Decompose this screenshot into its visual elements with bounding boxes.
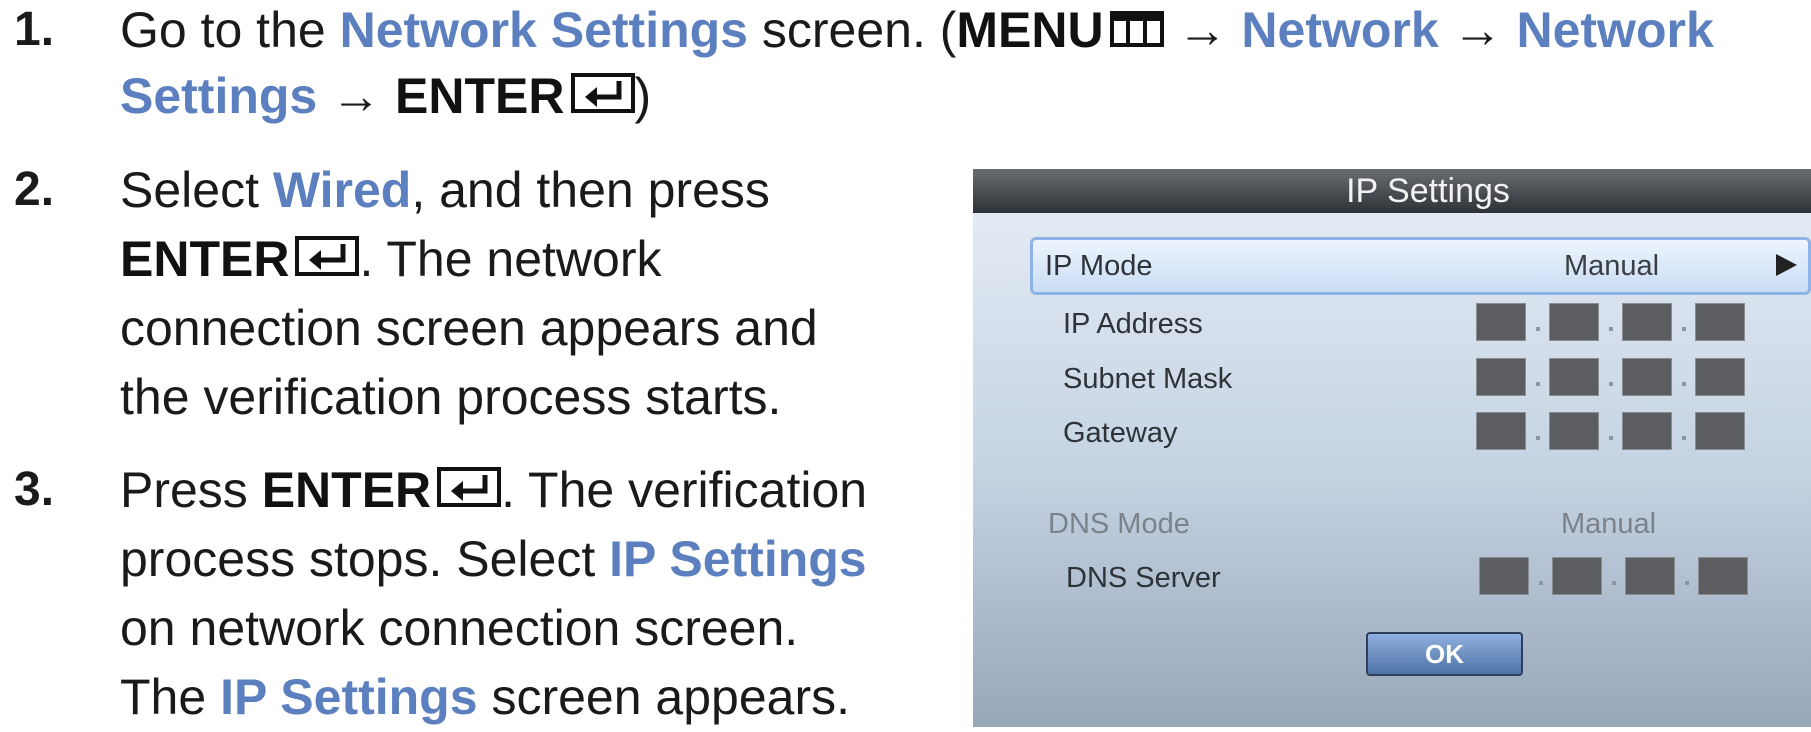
step-text: ) <box>634 68 652 124</box>
octet-field[interactable] <box>1479 557 1529 595</box>
ip-mode-row[interactable]: IP Mode Manual <box>1030 237 1811 295</box>
enter-icon <box>570 61 635 131</box>
octet-field[interactable] <box>1695 303 1745 341</box>
enter-key-label: ENTER <box>395 68 565 124</box>
ip-settings-panel: IP Settings IP Mode Manual IP Address Su… <box>973 169 1811 727</box>
step-line: the verification process starts. <box>120 369 782 425</box>
link-wired: Wired <box>272 162 412 218</box>
separator-dot <box>1685 581 1689 585</box>
step-text: . The network <box>359 231 662 287</box>
step-number: 1. <box>14 3 55 56</box>
gateway-label: Gateway <box>1063 417 1178 449</box>
step-text: Go to the <box>120 2 340 58</box>
menu-icon <box>1109 0 1164 65</box>
step-text: The <box>120 669 221 725</box>
step-text: , and then press <box>411 162 770 218</box>
subnet-mask-label: Subnet Mask <box>1063 363 1233 395</box>
separator-dot <box>1536 436 1540 440</box>
ip-address-label: IP Address <box>1063 308 1203 340</box>
enter-key-label: ENTER <box>120 231 290 287</box>
dns-server-label: DNS Server <box>1066 562 1221 594</box>
separator-dot <box>1612 581 1616 585</box>
step-line: The IP Settings screen appears. <box>120 662 850 732</box>
link-network-settings: Network <box>1516 2 1714 58</box>
octet-field[interactable] <box>1476 412 1526 450</box>
octet-field[interactable] <box>1622 412 1672 450</box>
separator-dot <box>1609 327 1613 331</box>
separator-dot <box>1539 581 1543 585</box>
step-line: on network connection screen. <box>120 600 799 656</box>
separator-dot <box>1536 327 1540 331</box>
ip-mode-value: Manual <box>1564 250 1660 282</box>
octet-field[interactable] <box>1625 557 1675 595</box>
link-ip-settings: IP Settings <box>220 669 478 725</box>
link-ip-settings: IP Settings <box>609 531 867 587</box>
step-text: → <box>1438 2 1517 58</box>
separator-dot <box>1682 327 1686 331</box>
separator-dot <box>1536 382 1540 386</box>
separator-dot <box>1609 436 1613 440</box>
step-line: Press ENTER . The verification <box>120 455 867 529</box>
link-network-settings: Settings <box>120 68 318 124</box>
panel-title: IP Settings <box>973 169 1811 213</box>
step-text: → <box>1163 2 1242 58</box>
step-text: Press <box>120 462 262 518</box>
octet-field[interactable] <box>1476 358 1526 396</box>
octet-field[interactable] <box>1622 303 1672 341</box>
octet-field[interactable] <box>1552 557 1602 595</box>
separator-dot <box>1609 382 1613 386</box>
step-line: connection screen appears and <box>120 300 818 356</box>
octet-field[interactable] <box>1695 412 1745 450</box>
octet-field[interactable] <box>1476 303 1526 341</box>
ok-button[interactable]: OK <box>1366 632 1523 676</box>
step-line: Settings → ENTER) <box>120 61 651 135</box>
enter-key-label: ENTER <box>261 462 432 518</box>
octet-field[interactable] <box>1549 412 1599 450</box>
step-line: ENTER . The network <box>120 224 661 298</box>
step-line: Select Wired, and then press <box>120 155 770 225</box>
step-line: Go to the Network Settings screen. (MENU… <box>120 0 1714 69</box>
octet-field[interactable] <box>1549 358 1599 396</box>
link-network: Network <box>1241 2 1439 58</box>
right-triangle-icon[interactable] <box>1773 252 1799 283</box>
step-text: . The verification <box>501 462 868 518</box>
octet-field[interactable] <box>1622 358 1672 396</box>
enter-icon <box>295 224 360 294</box>
ip-mode-label: IP Mode <box>1045 250 1153 282</box>
dns-server-row[interactable]: DNS Server <box>973 555 1811 601</box>
octet-field[interactable] <box>1695 358 1745 396</box>
subnet-mask-row[interactable]: Subnet Mask <box>973 356 1811 402</box>
separator-dot <box>1682 382 1686 386</box>
step-line: process stops. Select IP Settings <box>120 524 867 594</box>
octet-field[interactable] <box>1698 557 1748 595</box>
dns-mode-value: Manual <box>1561 508 1657 540</box>
enter-icon <box>437 455 502 525</box>
dns-mode-row[interactable]: DNS Mode Manual <box>973 501 1811 547</box>
gateway-row[interactable]: Gateway <box>973 410 1811 456</box>
step-text: process stops. Select <box>120 531 610 587</box>
link-network-settings: Network Settings <box>339 2 748 58</box>
dns-mode-label: DNS Mode <box>1048 508 1190 540</box>
octet-field[interactable] <box>1549 303 1599 341</box>
step-text: Select <box>120 162 273 218</box>
separator-dot <box>1682 436 1686 440</box>
step-text: screen. ( <box>748 2 957 58</box>
step-text: screen appears. <box>477 669 850 725</box>
ip-address-row[interactable]: IP Address <box>973 301 1811 347</box>
menu-key-label: MENU <box>956 2 1104 58</box>
step-text: → <box>317 68 396 124</box>
step-number: 2. <box>14 163 55 216</box>
step-number: 3. <box>14 463 55 516</box>
